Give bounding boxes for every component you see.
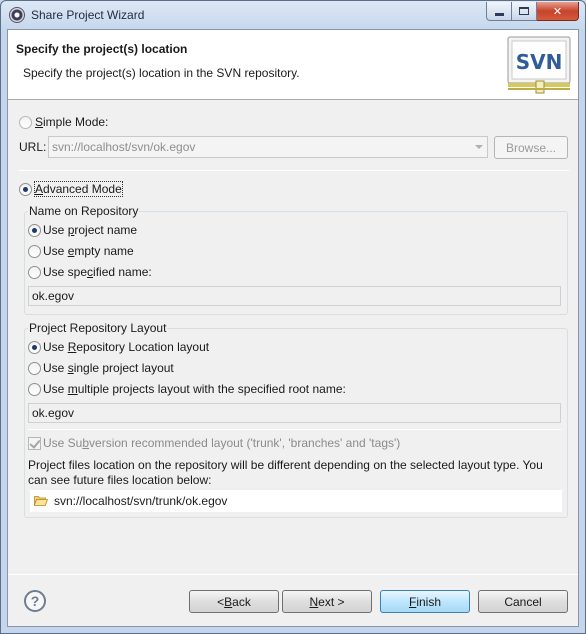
use-specified-name-label[interactable]: Use specified name:: [43, 265, 152, 279]
use-multiple-projects-layout-radio[interactable]: [28, 383, 41, 396]
simple-mode-label[interactable]: Simple Mode:: [35, 115, 108, 129]
use-multiple-projects-layout-label[interactable]: Use multiple projects layout with the sp…: [43, 382, 346, 396]
url-label: URL:: [19, 140, 47, 154]
maximize-icon: [519, 7, 529, 15]
use-specified-name-radio[interactable]: [28, 266, 41, 279]
back-button[interactable]: < Back: [189, 590, 279, 613]
layout-info-line2: can see future files location below:: [28, 473, 212, 487]
simple-mode-radio[interactable]: [19, 116, 32, 129]
use-empty-name-label[interactable]: Use empty name: [43, 244, 134, 258]
root-name-field[interactable]: ok.egov: [28, 403, 561, 423]
window-title: Share Project Wizard: [31, 8, 145, 22]
finish-button[interactable]: Finish: [380, 590, 470, 613]
share-project-wizard-window: Share Project Wizard ✕ Specify the proje…: [0, 0, 586, 634]
eclipse-icon: [9, 7, 25, 23]
minimize-button[interactable]: [486, 2, 512, 21]
svn-logo-text: SVN: [516, 50, 563, 74]
folder-open-icon: [34, 496, 48, 506]
use-single-project-layout-radio[interactable]: [28, 362, 41, 375]
minimize-icon: [494, 12, 504, 16]
maximize-button[interactable]: [512, 2, 537, 21]
use-project-name-radio[interactable]: [28, 224, 41, 237]
browse-button[interactable]: Browse...: [494, 136, 568, 159]
use-single-project-layout-label[interactable]: Use single project layout: [43, 361, 174, 375]
use-repository-location-layout-label[interactable]: Use Repository Location layout: [43, 340, 209, 354]
page-title: Specify the project(s) location: [16, 42, 188, 56]
wizard-header: Specify the project(s) location Specify …: [8, 30, 578, 100]
next-button[interactable]: Next >: [282, 590, 372, 613]
mode-separator: [19, 170, 569, 171]
close-icon: ✕: [552, 5, 563, 18]
cancel-button[interactable]: Cancel: [478, 590, 568, 613]
layout-info-line1: Project files location on the repository…: [28, 458, 543, 472]
layout-separator: [28, 429, 561, 430]
specified-name-field[interactable]: ok.egov: [28, 286, 561, 306]
subversion-layout-checkbox[interactable]: [28, 437, 41, 450]
subversion-layout-label[interactable]: Use Subversion recommended layout ('trun…: [43, 436, 400, 450]
url-value: svn://localhost/svn/ok.egov: [52, 140, 196, 154]
svn-logo-icon: SVN: [507, 36, 571, 94]
chevron-down-icon: [475, 145, 483, 149]
layout-group-title: Project Repository Layout: [28, 321, 168, 335]
footer-separator: [8, 574, 578, 575]
use-empty-name-radio[interactable]: [28, 245, 41, 258]
window-controls: ✕: [486, 2, 579, 22]
future-location-path: svn://localhost/svn/trunk/ok.egov: [54, 494, 228, 508]
advanced-mode-radio[interactable]: [19, 183, 32, 196]
future-location-box: svn://localhost/svn/trunk/ok.egov: [30, 490, 562, 512]
use-project-name-label[interactable]: Use project name: [43, 223, 137, 237]
close-button[interactable]: ✕: [537, 2, 579, 21]
advanced-mode-label[interactable]: Advanced Mode: [34, 181, 123, 197]
url-combo[interactable]: svn://localhost/svn/ok.egov: [48, 136, 488, 158]
help-icon[interactable]: ?: [24, 590, 46, 612]
page-description: Specify the project(s) location in the S…: [23, 66, 300, 80]
use-repository-location-layout-radio[interactable]: [28, 341, 41, 354]
title-bar[interactable]: Share Project Wizard ✕: [1, 1, 585, 29]
name-group-title: Name on Repository: [28, 204, 140, 218]
wizard-client-area: Specify the project(s) location Specify …: [7, 29, 579, 627]
